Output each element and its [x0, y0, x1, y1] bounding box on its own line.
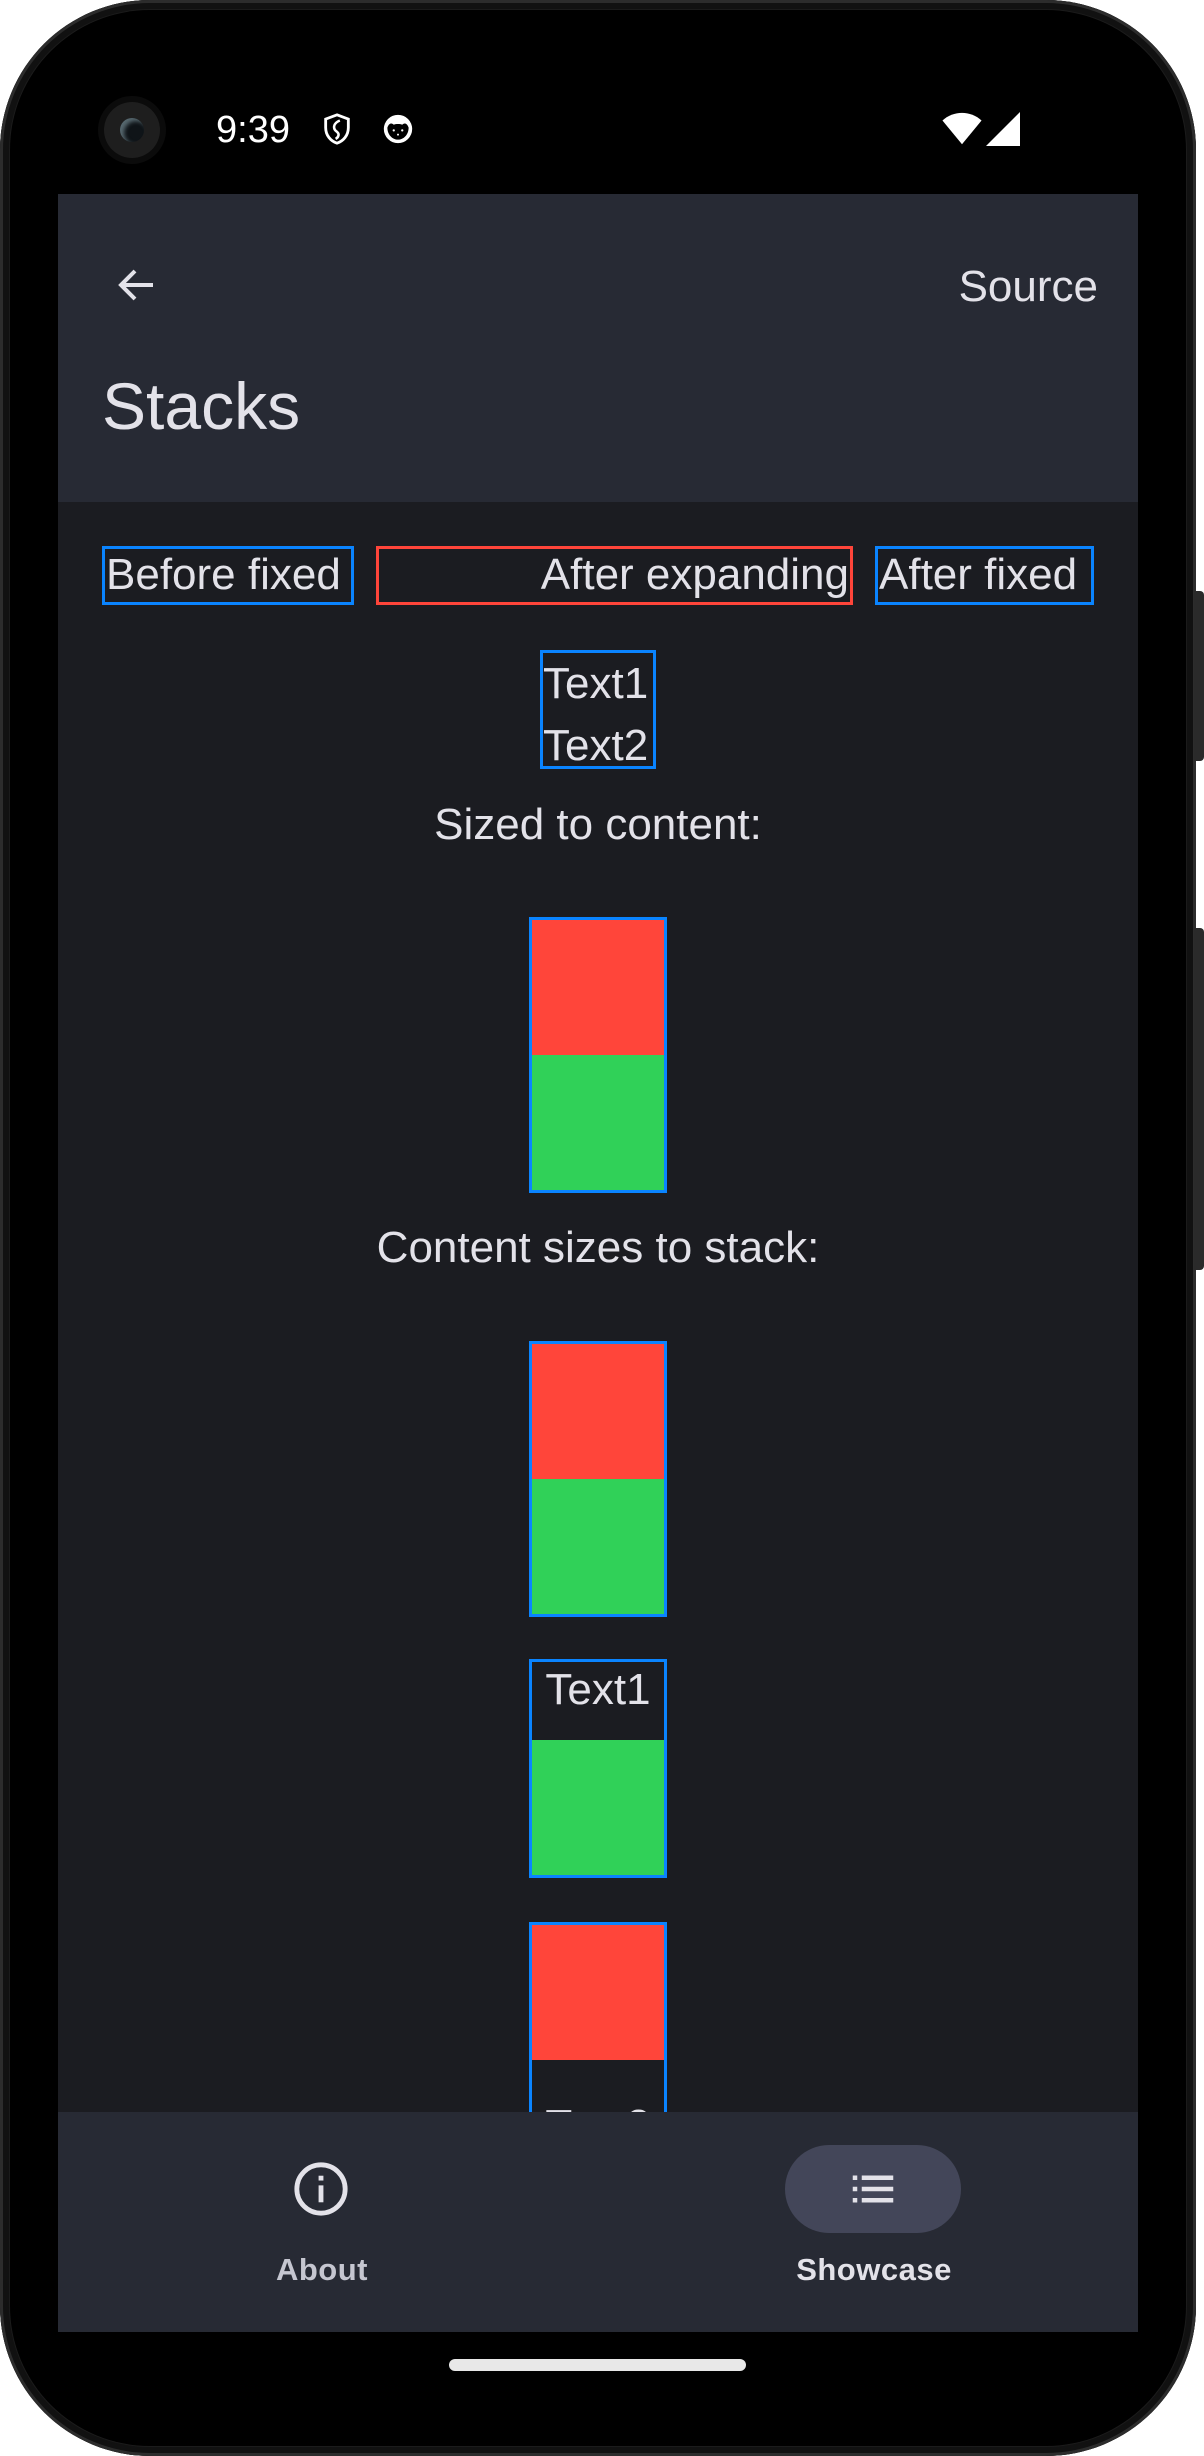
nav-indicator [233, 2145, 409, 2233]
cat-face-icon [383, 114, 413, 144]
text-slot: Text1 [532, 1662, 664, 1740]
text-stack-line-2: Text2 [543, 721, 649, 770]
green-block [532, 1740, 664, 1875]
power-button [1194, 591, 1204, 761]
wifi-icon [942, 112, 982, 145]
shield-icon [324, 113, 350, 145]
stack-text-1: Text1 [545, 1665, 651, 1714]
nav-item-about[interactable]: About [172, 2112, 472, 2332]
home-gesture-bar[interactable] [449, 2359, 746, 2371]
green-block [532, 1479, 664, 1614]
stacks-showcase-content: Before fixed After expanding After fixed… [58, 502, 1138, 2150]
app-screen: Source Stacks Before fixed After expandi… [58, 194, 1138, 2332]
after-fixed-label: After fixed [879, 550, 1078, 599]
sized-to-content-caption: Sized to content: [434, 800, 762, 849]
list-icon [852, 2175, 894, 2203]
red-block [532, 1344, 664, 1479]
content-sizes-stack-2: Text1 [529, 1659, 667, 1878]
cellular-signal-icon [986, 112, 1020, 146]
sized-to-content-stack [529, 917, 667, 1193]
text-stack-box: Text1 Text2 [540, 650, 656, 770]
info-icon [294, 2162, 348, 2216]
nav-label-showcase: Showcase [796, 2252, 952, 2287]
after-fixed-box: After fixed [875, 546, 1094, 605]
content-sizes-stack-3: Text2 [529, 1922, 667, 2150]
nav-active-indicator [785, 2145, 961, 2233]
bottom-navigation-bar: About Showcase [58, 2112, 1138, 2332]
top-app-bar: Source Stacks [58, 194, 1138, 502]
back-button[interactable] [102, 250, 172, 320]
front-camera [104, 102, 160, 158]
after-expanding-label: After expanding [540, 550, 849, 599]
red-block [532, 920, 664, 1055]
nav-label-about: About [275, 2252, 369, 2287]
arrow-back-icon [118, 269, 153, 301]
before-fixed-box: Before fixed [102, 546, 354, 605]
red-block [532, 1925, 664, 2060]
text-stack-line-1: Text1 [543, 659, 649, 708]
source-button[interactable]: Source [959, 252, 1098, 322]
status-time: 9:39 [216, 109, 290, 151]
before-fixed-label: Before fixed [106, 550, 341, 599]
content-sizes-stack-1 [529, 1341, 667, 1617]
page-title: Stacks [102, 369, 301, 443]
content-sizes-to-stack-caption: Content sizes to stack: [376, 1223, 820, 1272]
after-expanding-box: After expanding [376, 546, 853, 605]
green-block [532, 1055, 664, 1190]
volume-button [1194, 928, 1204, 1270]
nav-item-showcase[interactable]: Showcase [724, 2112, 1024, 2332]
